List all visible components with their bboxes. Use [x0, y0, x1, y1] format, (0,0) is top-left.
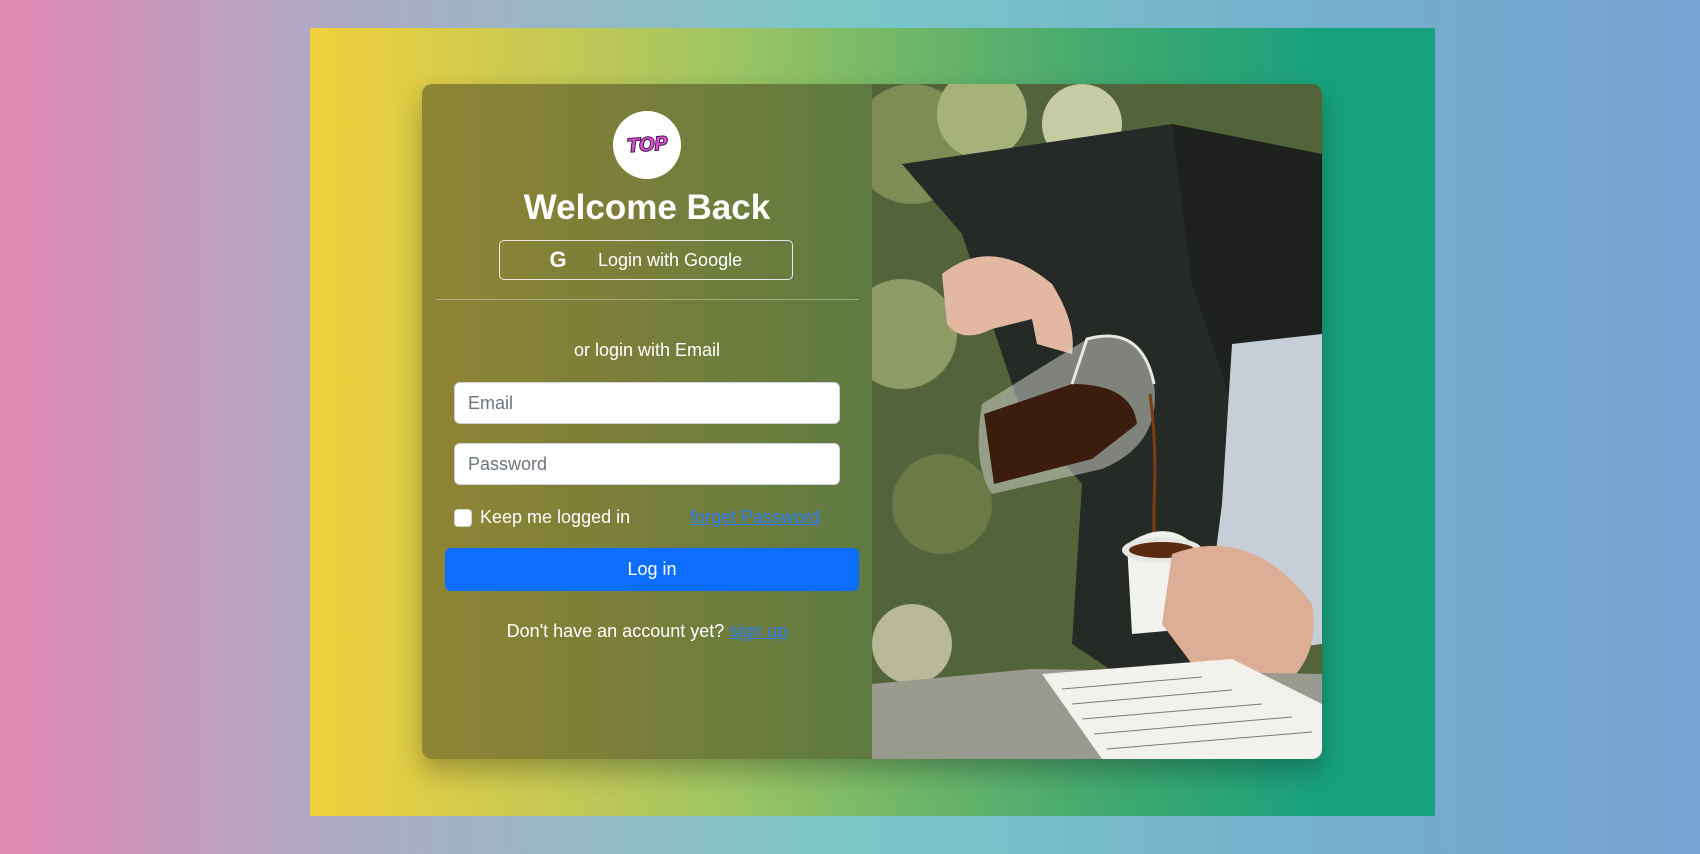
remember-me-checkbox[interactable] [454, 508, 472, 527]
photo-illustration [872, 84, 1322, 759]
password-input[interactable] [454, 443, 840, 485]
signup-link[interactable]: sign up [729, 621, 787, 641]
remember-me[interactable]: Keep me logged in [454, 507, 630, 528]
forgot-password-link[interactable]: forget Password [690, 507, 820, 528]
email-input[interactable] [454, 382, 840, 424]
logo: TOP [613, 111, 681, 179]
login-button[interactable]: Log in [445, 548, 859, 591]
page-title: Welcome Back [523, 188, 771, 227]
google-g-icon: G [549, 247, 567, 272]
login-panel: TOP Welcome Back G Login with Google or … [422, 84, 872, 759]
signup-prompt: Don't have an account yet? [506, 621, 725, 641]
login-card: TOP Welcome Back G Login with Google or … [422, 84, 1322, 759]
signup-row: Don't have an account yet? sign up [422, 621, 872, 642]
coffee-pour-photo [872, 84, 1322, 759]
logo-text: TOP [626, 132, 668, 158]
or-login-email-text: or login with Email [573, 340, 721, 360]
remember-me-label: Keep me logged in [480, 507, 631, 527]
google-login-label: Login with Google [598, 250, 743, 270]
divider [436, 299, 859, 300]
google-login-button[interactable]: G Login with Google [499, 240, 793, 280]
